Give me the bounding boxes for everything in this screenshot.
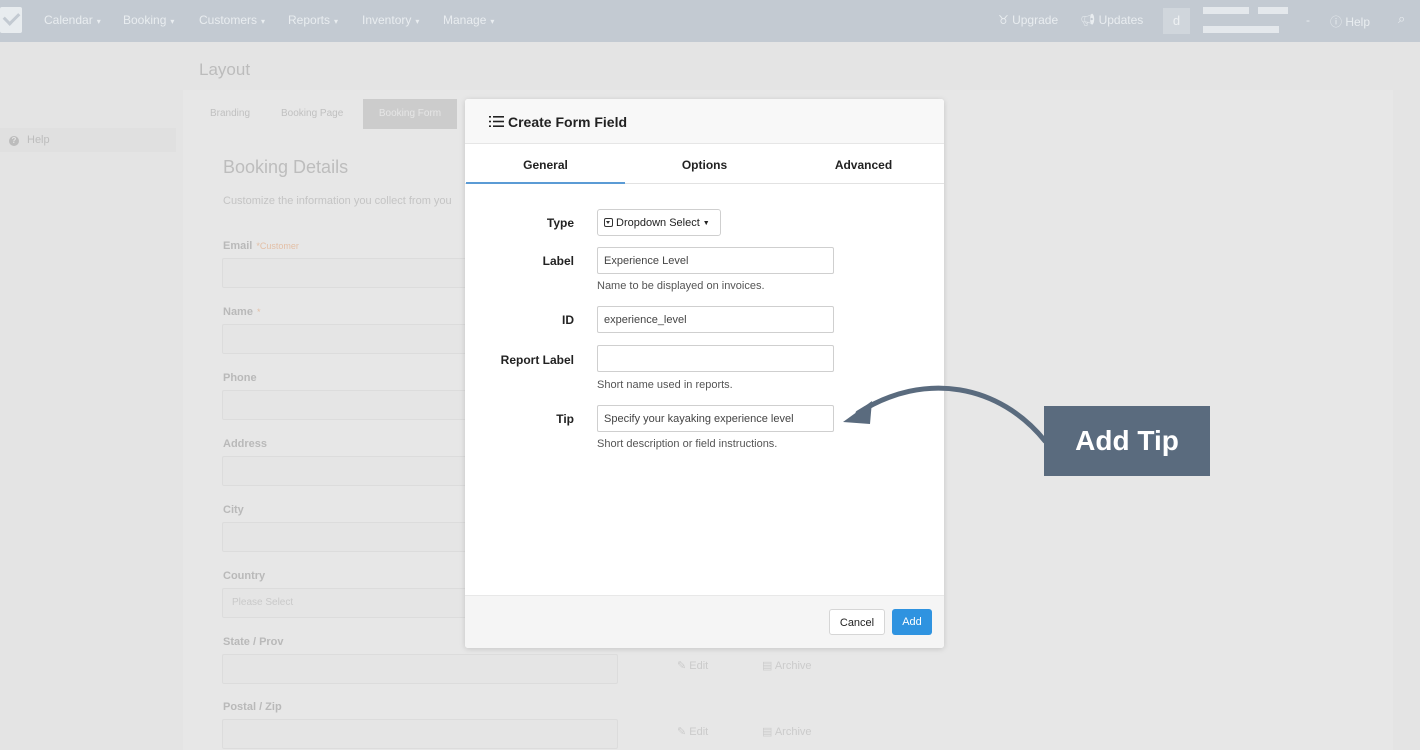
edit-link[interactable]: ✎ Edit: [677, 725, 708, 738]
label-input[interactable]: Experience Level: [597, 247, 834, 274]
question-icon: ?: [9, 136, 19, 146]
tip-help-text: Short description or field instructions.: [597, 438, 778, 450]
field-label-address: Address: [223, 438, 268, 450]
nav-help[interactable]: ⓘ Help: [1330, 13, 1370, 30]
create-form-field-modal: Create Form Field General Options Advanc…: [465, 99, 944, 648]
report-label-input[interactable]: [597, 345, 834, 372]
dropdown-select-icon: [604, 218, 613, 227]
field-label-city: City: [223, 504, 244, 516]
modal-header: Create Form Field: [465, 99, 944, 144]
postal-input[interactable]: [222, 719, 618, 749]
sidebar-help[interactable]: ? Help: [0, 128, 176, 152]
report-label-field-label: Report Label: [500, 353, 574, 367]
app-logo-icon[interactable]: [0, 7, 22, 33]
id-field-label: ID: [562, 313, 574, 327]
nav-upgrade[interactable]: ♉︎ Upgrade: [998, 13, 1058, 27]
field-label-postal: Postal / Zip: [223, 701, 282, 713]
callout-arrow-icon: [843, 385, 1048, 444]
pencil-icon: ✎: [677, 660, 690, 672]
id-input[interactable]: experience_level: [597, 306, 834, 333]
archive-icon: ▤: [762, 660, 775, 672]
nav-dash: -: [1306, 13, 1310, 27]
nav-inventory[interactable]: Inventory ▾: [362, 13, 419, 27]
archive-icon: ▤: [762, 726, 775, 738]
user-name-redacted: [1203, 7, 1249, 14]
tab-advanced[interactable]: Advanced: [784, 144, 943, 184]
state-input[interactable]: [222, 654, 618, 684]
caret-down-icon: ▼: [702, 220, 710, 227]
archive-link[interactable]: ▤ Archive: [762, 659, 812, 672]
section-heading: Booking Details: [223, 157, 349, 177]
field-label-email: Email *Customer: [223, 240, 299, 252]
user-avatar[interactable]: d: [1163, 8, 1190, 34]
field-label-name: Name *: [223, 306, 261, 318]
nav-reports[interactable]: Reports ▾: [288, 13, 338, 27]
modal-title: Create Form Field: [508, 114, 628, 130]
field-label-phone: Phone: [223, 372, 257, 384]
user-org-redacted: [1203, 26, 1279, 33]
pencil-icon: ✎: [677, 726, 690, 738]
tip-field-label: Tip: [556, 412, 574, 426]
help-circle-icon: ⓘ: [1330, 15, 1346, 29]
field-label-country: Country: [223, 570, 266, 582]
edit-link[interactable]: ✎ Edit: [677, 659, 708, 672]
field-label-state: State / Prov: [223, 636, 284, 648]
upgrade-icon: ♉︎: [998, 13, 1013, 27]
type-label: Type: [546, 216, 574, 230]
add-button[interactable]: Add: [892, 609, 932, 635]
nav-calendar[interactable]: Calendar ▾: [44, 13, 101, 27]
add-tip-callout: Add Tip: [1044, 406, 1210, 476]
label-field-label: Label: [542, 254, 574, 268]
label-help-text: Name to be displayed on invoices.: [597, 280, 765, 292]
modal-tabs: General Options Advanced: [465, 144, 944, 184]
tab-options[interactable]: Options: [625, 144, 784, 184]
modal-footer: Cancel Add: [465, 595, 944, 648]
tip-input[interactable]: Specify your kayaking experience level: [597, 405, 834, 432]
list-icon: [489, 116, 504, 127]
section-description: Customize the information you collect fr…: [223, 195, 452, 207]
nav-manage[interactable]: Manage ▾: [443, 13, 494, 27]
user-name-redacted: [1258, 7, 1288, 14]
nav-customers[interactable]: Customers ▾: [199, 13, 265, 27]
report-label-help-text: Short name used in reports.: [597, 379, 733, 391]
page-title: Layout: [199, 60, 251, 79]
tab-booking-page[interactable]: Booking Page: [281, 108, 343, 119]
nav-updates[interactable]: 📢︎ Updates: [1080, 13, 1143, 27]
top-nav: Calendar ▾ Booking ▾ Customers ▾ Reports ▾ I…: [0, 0, 1420, 42]
tab-branding[interactable]: Branding: [210, 108, 250, 119]
tab-general[interactable]: General: [466, 144, 625, 184]
nav-booking[interactable]: Booking ▾: [123, 13, 174, 27]
megaphone-icon: 📢︎: [1080, 13, 1099, 27]
type-dropdown[interactable]: Dropdown Select ▼: [597, 209, 721, 236]
cancel-button[interactable]: Cancel: [829, 609, 885, 635]
search-icon[interactable]: ⌕: [1398, 11, 1405, 27]
tab-booking-form[interactable]: Booking Form: [363, 99, 457, 129]
archive-link[interactable]: ▤ Archive: [762, 725, 812, 738]
